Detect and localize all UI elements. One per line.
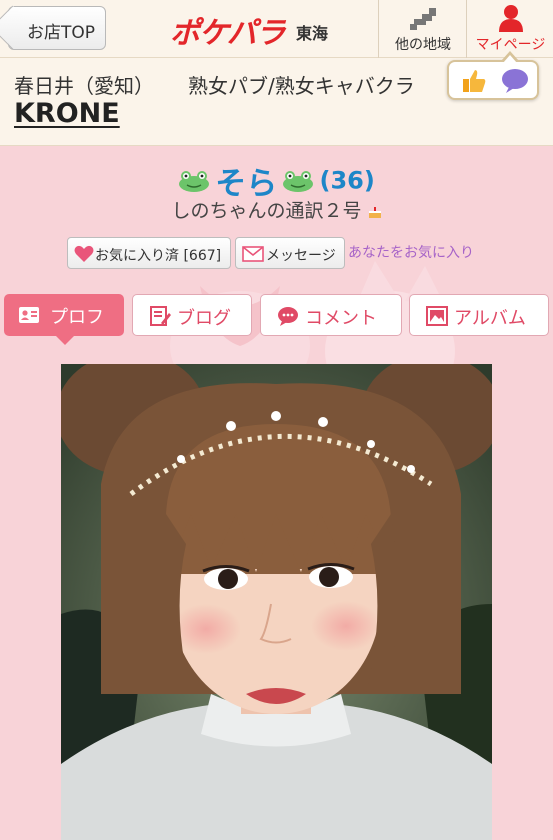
tab-comment[interactable]: コメント [260,294,402,336]
tab-comment-label: コメント [305,308,377,329]
heart-icon [74,245,94,262]
cast-catchphrase: しのちゃんの通訳２号 [171,200,362,222]
shop-top-label: お店TOP [27,23,96,43]
frog-icon [283,170,314,192]
profile-section: そら (36) しのちゃんの通訳２号 お気に入り済 [667] メッセージ あな… [0,146,553,840]
profile-card-icon [19,307,39,323]
album-photo-icon [426,306,448,326]
shop-location: 春日井（愛知） [14,74,154,98]
tab-album-label: アルバム [454,308,526,329]
mypage-button[interactable]: マイページ [466,0,553,58]
tab-blog-label: ブログ [177,308,231,329]
shop-name-link[interactable]: KRONE [14,98,120,129]
favorited-you-link[interactable]: あなたをお気に入り [348,242,474,262]
cast-profile-photo[interactable] [61,364,492,840]
chat-bubble-icon[interactable] [501,68,529,94]
thumbs-up-icon[interactable] [461,68,487,94]
blog-edit-icon [150,306,171,326]
frog-icon [179,170,210,192]
envelope-icon [242,246,264,262]
person-icon [499,5,523,32]
comment-bubble-icon [278,307,298,326]
shop-top-back-button[interactable]: お店TOP [8,6,106,50]
other-region-label: 他の地域 [395,37,451,53]
tab-album[interactable]: アルバム [409,294,549,336]
message-button[interactable]: メッセージ [235,237,345,269]
cast-age: (36) [319,166,375,195]
tab-profile-label: プロフ [50,307,104,328]
top-header: お店TOP ポケパラ 東海 他の地域 マイページ [0,0,553,58]
shop-category: 熟女パブ/熟女キャバクラ [188,74,415,98]
logo-region: 東海 [296,24,329,43]
favorite-button[interactable]: お気に入り済 [667] [67,237,231,269]
japan-map-icon [410,8,436,30]
logo-brand: ポケパラ [170,16,286,51]
message-button-label: メッセージ [266,248,336,264]
site-logo[interactable]: ポケパラ 東海 [170,8,328,51]
tab-profile[interactable]: プロフ [4,294,124,345]
favorite-button-label: お気に入り済 [667] [95,248,222,264]
other-region-button[interactable]: 他の地域 [378,0,466,58]
tab-blog[interactable]: ブログ [132,294,252,336]
mypage-popup [447,51,539,100]
cake-icon [368,206,381,218]
cast-catchphrase-row: しのちゃんの通訳２号 [0,196,553,223]
